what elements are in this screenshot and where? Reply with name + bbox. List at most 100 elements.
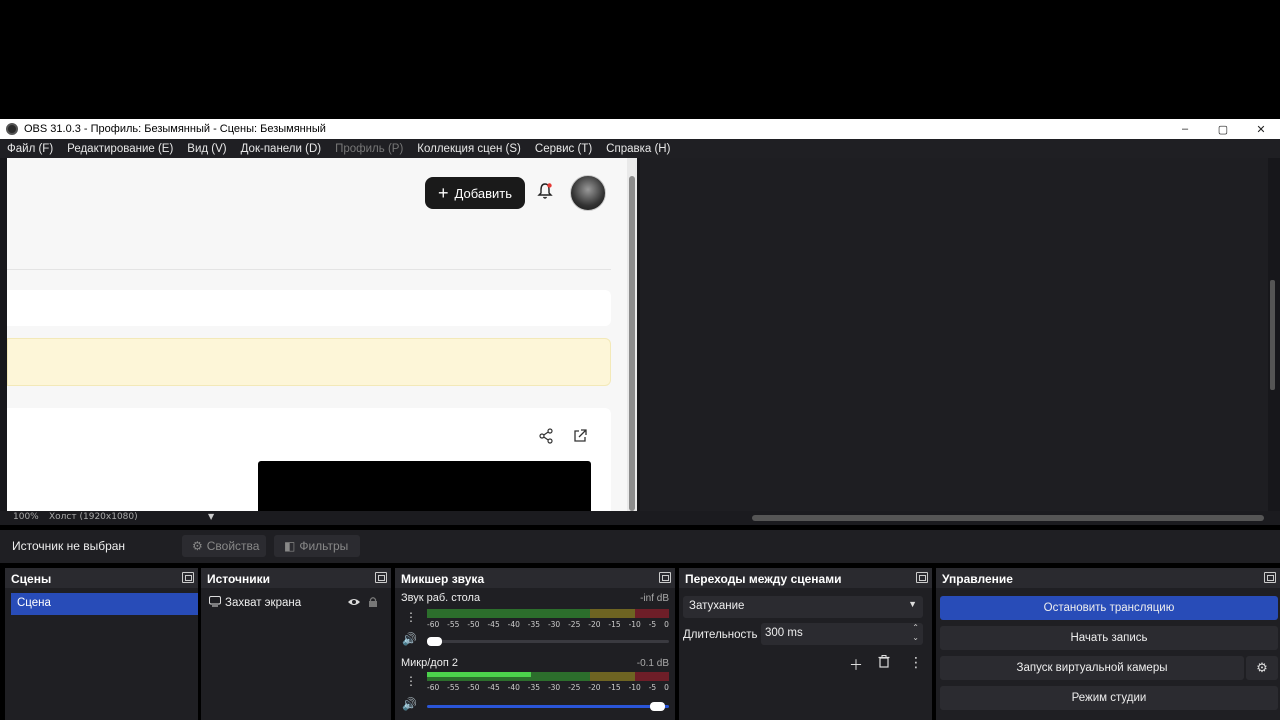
properties-button[interactable]: ⚙ Свойства [182, 535, 266, 557]
menu-bar: Файл (F) Редактирование (E) Вид (V) Док-… [0, 139, 1280, 158]
preview-empty-region [640, 158, 1268, 511]
canvas-dropdown-icon[interactable]: ▼ [208, 512, 214, 521]
virtual-camera-button[interactable]: Запуск виртуальной камеры [940, 656, 1244, 680]
filters-button[interactable]: ◧ Фильтры [274, 535, 360, 557]
start-recording-button[interactable]: Начать запись [940, 626, 1278, 650]
meter-tick: -45 [487, 620, 500, 629]
menu-scene-collection[interactable]: Коллекция сцен (S) [410, 143, 528, 155]
meter-tick: -60 [427, 620, 440, 629]
menu-help[interactable]: Справка (H) [599, 143, 677, 155]
meter-tick: -20 [588, 620, 601, 629]
filter-icon: ◧ [284, 539, 296, 553]
menu-view[interactable]: Вид (V) [180, 143, 233, 155]
maximize-button[interactable]: ▢ [1204, 119, 1242, 139]
visibility-eye-icon[interactable] [347, 596, 361, 611]
window-title: OBS 31.0.3 - Профиль: Безымянный - Сцены… [24, 123, 326, 135]
window-titlebar: OBS 31.0.3 - Профиль: Безымянный - Сцены… [0, 119, 1280, 139]
virtual-camera-settings-gear-icon[interactable]: ⚙ [1246, 656, 1278, 680]
avatar [570, 175, 606, 211]
controls-dock: Управление Остановить трансляцию Начать … [936, 568, 1280, 720]
capture-scrollbar-thumb[interactable] [629, 176, 635, 511]
undock-icon[interactable] [916, 572, 928, 583]
virtual-camera-label: Запуск виртуальной камеры [1016, 662, 1168, 674]
meter-tick: -50 [467, 683, 480, 692]
menu-edit[interactable]: Редактирование (E) [60, 143, 180, 155]
volume-meter [427, 672, 669, 681]
meter-tick: -15 [608, 683, 621, 692]
mixer-channel-db: -0.1 dB [636, 658, 669, 669]
speaker-icon[interactable]: 🔊 [402, 632, 417, 646]
captured-divider [7, 269, 611, 270]
mixer-channel-db: -inf dB [640, 593, 669, 604]
preview-horizontal-scrollbar[interactable] [752, 515, 1264, 521]
volume-slider-knob[interactable] [650, 702, 665, 711]
controls-title: Управление [942, 572, 1013, 586]
meter-tick: -35 [527, 620, 541, 629]
obs-logo-icon [6, 123, 18, 135]
mixer-menu-dots-icon[interactable]: ⋮ [405, 674, 417, 688]
preview-canvas[interactable]: + Добавить [7, 158, 627, 511]
meter-tick: -20 [588, 683, 601, 692]
meter-tick: -35 [527, 683, 541, 692]
preview-vertical-scrollbar[interactable] [1270, 280, 1275, 390]
duration-label: Длительность [683, 629, 758, 641]
plus-icon: + [438, 183, 449, 203]
no-source-label: Источник не выбран [12, 539, 126, 553]
stop-streaming-button[interactable]: Остановить трансляцию [940, 596, 1278, 620]
monitor-icon [209, 596, 221, 610]
volume-slider[interactable] [427, 705, 669, 708]
scene-item[interactable]: Сцена [11, 593, 198, 615]
menu-file[interactable]: Файл (F) [0, 143, 60, 155]
canvas-size[interactable]: Холст (1920x1080) [49, 512, 138, 522]
lock-icon[interactable] [368, 596, 378, 611]
trash-icon[interactable] [878, 655, 890, 672]
preview-statusbar: 100% Холст (1920x1080) ▼ [0, 511, 1280, 525]
filters-label: Фильтры [299, 539, 349, 553]
scenes-dock: Сцены Сцена [5, 568, 198, 720]
undock-icon[interactable] [182, 572, 194, 583]
transitions-dock-title: Переходы между сценами [679, 568, 932, 588]
source-item[interactable]: Захват экрана [209, 596, 301, 610]
undock-icon[interactable] [375, 572, 387, 583]
close-button[interactable]: ✕ [1242, 119, 1280, 139]
meter-tick: -55 [447, 683, 460, 692]
meter-red-zone [635, 672, 669, 681]
zoom-level[interactable]: 100% [13, 512, 39, 522]
speaker-icon[interactable]: 🔊 [402, 697, 417, 711]
meter-tick: -10 [628, 683, 641, 692]
external-link-icon [572, 428, 588, 448]
menu-docks[interactable]: Док-панели (D) [234, 143, 328, 155]
undock-icon[interactable] [1264, 572, 1276, 583]
minimize-button[interactable]: – [1166, 119, 1204, 139]
studio-mode-button[interactable]: Режим студии [940, 686, 1278, 710]
duration-spinbox[interactable]: 300 ms ⌃ ⌄ [761, 623, 923, 645]
captured-add-label: Добавить [454, 185, 512, 201]
volume-slider-knob[interactable] [427, 637, 442, 646]
studio-mode-label: Режим студии [1071, 692, 1147, 704]
add-transition-icon[interactable]: ＋ [849, 655, 863, 675]
menu-tools[interactable]: Сервис (T) [528, 143, 599, 155]
meter-tick: -30 [547, 683, 561, 692]
scene-item-label: Сцена [17, 597, 51, 609]
meter-tick: -45 [487, 683, 500, 692]
properties-label: Свойства [206, 539, 260, 553]
undock-icon[interactable] [659, 572, 671, 583]
meter-tick: 0 [664, 620, 669, 629]
volume-slider[interactable] [427, 640, 669, 643]
capture-scrollbar[interactable] [627, 158, 637, 511]
bell-icon [535, 182, 555, 202]
more-options-icon[interactable]: ⋮ [909, 655, 923, 671]
captured-notice-card [7, 338, 611, 386]
transitions-dock: Переходы между сценами Затухание ▼ Длите… [679, 568, 932, 720]
spin-arrows-icon[interactable]: ⌃ ⌄ [912, 623, 919, 643]
mixer-menu-dots-icon[interactable]: ⋮ [405, 610, 417, 624]
scenes-title: Сцены [11, 572, 52, 586]
sources-title: Источники [207, 572, 271, 586]
meter-scale: -60 -55 -50 -45 -40 -35 -30 -25 -20 -15 … [427, 683, 669, 693]
meter-tick: -15 [608, 620, 621, 629]
meter-tick: -40 [507, 620, 520, 629]
chevron-down-icon: ▼ [908, 599, 917, 609]
transition-select[interactable]: Затухание ▼ [683, 596, 923, 618]
captured-add-button: + Добавить [425, 177, 525, 209]
meter-tick: -25 [568, 683, 581, 692]
